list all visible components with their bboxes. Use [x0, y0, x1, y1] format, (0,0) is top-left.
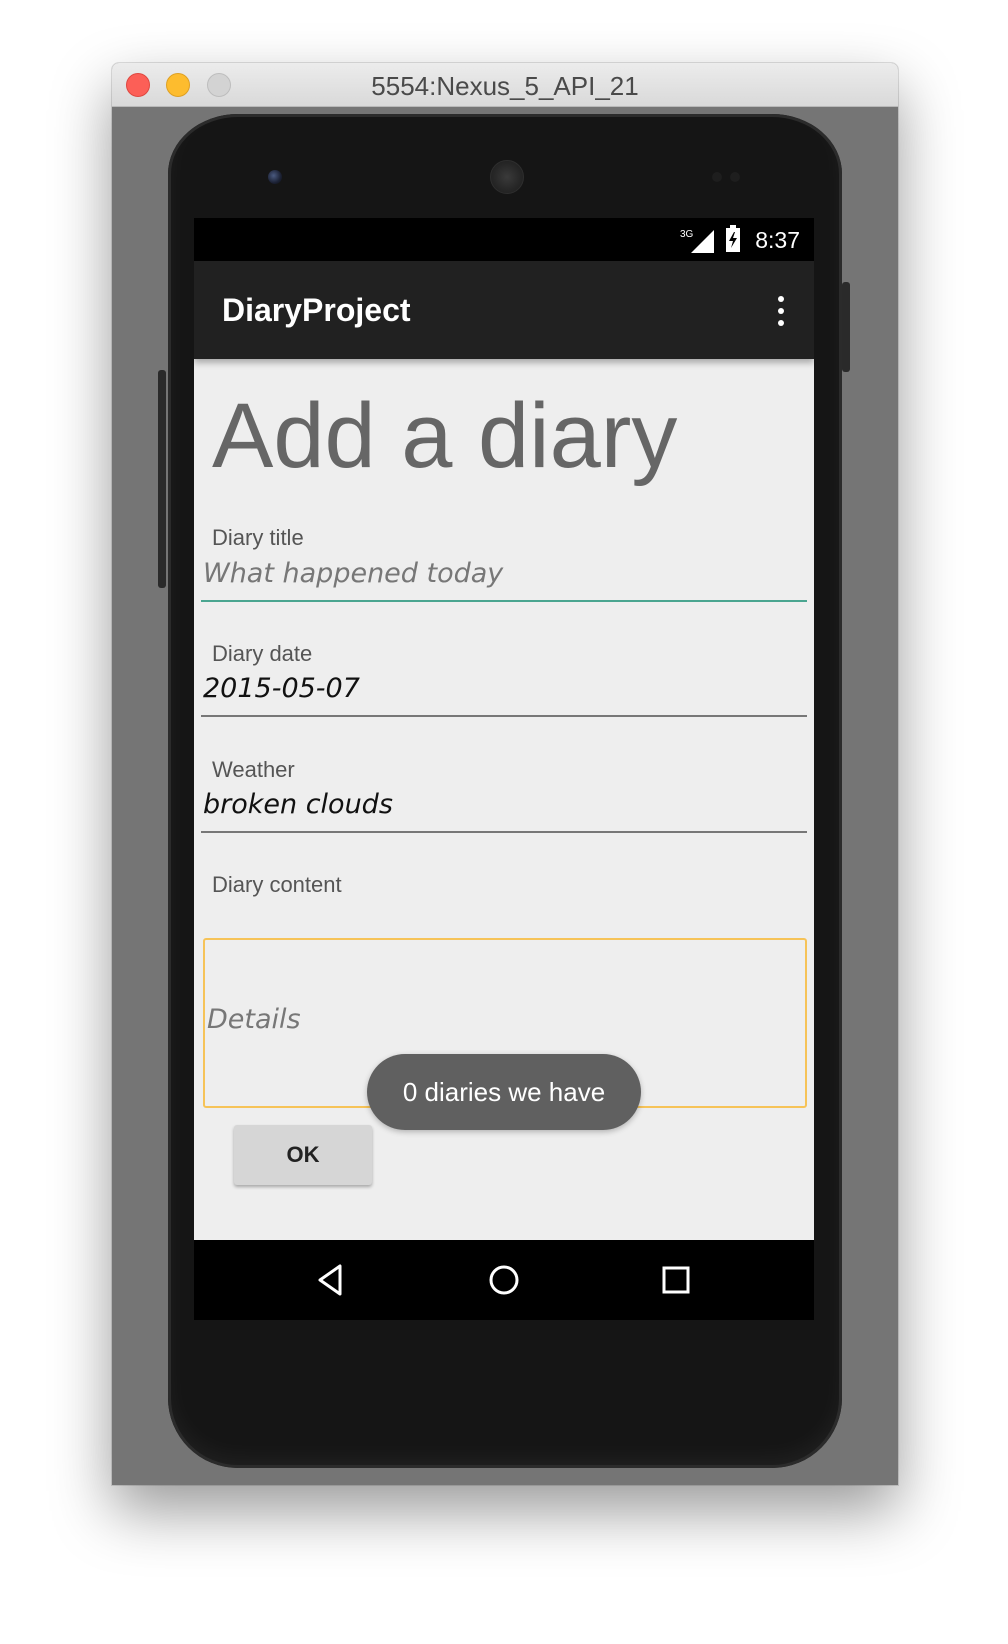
home-icon[interactable]	[484, 1260, 524, 1300]
diary-title-input[interactable]	[201, 546, 807, 602]
form-content: Add a diary Diary title Diary date Weath…	[194, 359, 814, 1240]
device-screen: 3G 8:37 DiaryProject Add a diary Diary t…	[194, 218, 814, 1320]
app-toolbar: DiaryProject	[194, 261, 814, 359]
earpiece-speaker	[490, 160, 524, 194]
signal-icon: 3G	[680, 229, 714, 253]
toast-message: 0 diaries we have	[367, 1054, 641, 1130]
battery-icon	[726, 225, 740, 252]
more-vert-icon[interactable]	[776, 296, 786, 326]
status-clock: 8:37	[755, 227, 800, 253]
back-icon[interactable]	[312, 1260, 352, 1300]
window-titlebar[interactable]: 5554:Nexus_5_API_21	[112, 63, 898, 107]
front-camera	[268, 170, 282, 184]
ok-button[interactable]: OK	[234, 1125, 372, 1185]
diary-date-input[interactable]	[201, 661, 807, 717]
page-title: Add a diary	[212, 385, 678, 487]
status-bar: 3G 8:37	[194, 218, 814, 261]
diary-content-label: Diary content	[212, 872, 342, 897]
app-title: DiaryProject	[222, 292, 411, 328]
recents-icon[interactable]	[656, 1260, 696, 1300]
network-type-label: 3G	[680, 229, 694, 240]
volume-button	[158, 370, 166, 588]
weather-input[interactable]	[201, 777, 807, 833]
power-button	[842, 282, 850, 372]
light-sensor	[730, 172, 740, 182]
window-title: 5554:Nexus_5_API_21	[371, 71, 639, 101]
navigation-bar	[194, 1240, 814, 1320]
proximity-sensor	[712, 172, 722, 182]
